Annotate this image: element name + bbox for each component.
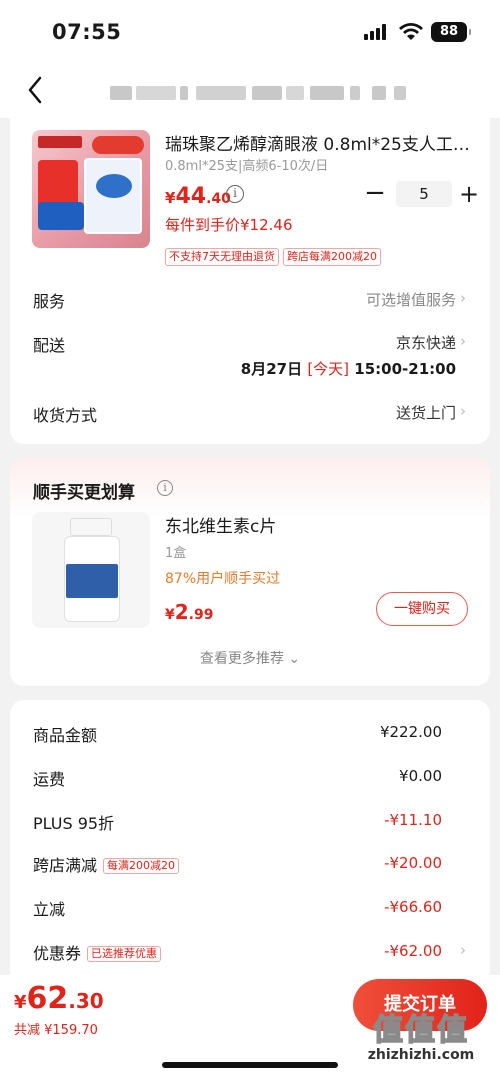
fee-card: 商品金额 ¥222.00 运费 ¥0.00 PLUS 95折 -¥11.10 跨… [10,700,490,1000]
delivery-value[interactable]: 京东快递 [396,332,456,353]
shipping-value: ¥0.00 [399,767,442,785]
service-chevron-icon[interactable]: › [460,289,466,307]
checkout-bar: ¥62.30 共减 ¥159.70 提交订单 值值值 zhizhizhi.com [0,975,500,1082]
cross-store-label: 跨店满减 每满200减20 [33,852,180,876]
back-arrow-icon[interactable] [24,72,52,108]
receive-method-label: 收货方式 [33,406,98,425]
coupon-label[interactable]: 优惠券 已选推荐优惠 [33,940,162,964]
delivery-label: 配送 [33,336,66,355]
recommend-title: 顺手买更划算 [33,483,135,503]
service-label: 服务 [33,292,66,311]
product-price: ¥44.40 [165,184,231,209]
one-click-buy-button[interactable]: 一键购买 [376,592,468,626]
shipping-label: 运费 [33,770,66,789]
see-more-link[interactable]: 查看更多推荐 ⌄ [10,648,490,668]
recommend-item-qty: 1盒 [165,546,187,561]
product-spec: 0.8ml*25支|高频6-10次/日 [165,159,329,174]
plus-discount-label: PLUS 95折 [33,814,115,833]
site-watermark: 值值值 zhizhizhi.com [367,1012,475,1063]
no-return-tag: 不支持7天无理由退货 [165,248,279,266]
receive-chevron-icon[interactable]: › [460,402,466,420]
coupon-chevron-icon[interactable]: › [460,941,466,959]
service-value[interactable]: 可选增值服务 [366,289,456,310]
quantity-field[interactable]: 5 [396,181,452,207]
status-bar: 07:55 88 [0,0,500,62]
home-indicator[interactable] [162,1062,338,1068]
delivery-time[interactable]: 8月27日 [今天] 15:00-21:00 [241,358,456,379]
total-saved: 共减 ¥159.70 [14,1023,98,1038]
wifi-icon [399,23,423,40]
price-info-icon[interactable]: i [226,185,244,203]
battery-icon: 88 [431,22,471,42]
instant-discount-value: -¥66.60 [384,898,442,916]
recommend-card: 顺手买更划算 i 东北维生素c片 1盒 87%用户顺手买过 ¥2.99 一键购买… [10,458,490,686]
goods-amount-value: ¥222.00 [379,723,442,741]
recommend-item-price: ¥2.99 [165,600,214,624]
nav-bar [0,62,500,118]
goods-amount-label: 商品金额 [33,726,98,745]
receive-method-value[interactable]: 送货上门 [396,402,456,423]
delivery-chevron-icon[interactable]: › [460,332,466,350]
recommend-item-title[interactable]: 东北维生素c片 [165,512,276,537]
recommend-item-buyers: 87%用户顺手买过 [165,571,281,587]
cross-store-value: -¥20.00 [384,854,442,872]
unit-price: 每件到手价¥12.46 [165,216,293,234]
product-title[interactable]: 瑞珠聚乙烯醇滴眼液 0.8ml*25支人工泪液 [165,130,475,155]
plus-discount-value: -¥11.10 [384,811,442,829]
product-tags: 不支持7天无理由退货 跨店每满200减20 [165,245,385,266]
cross-store-tag: 每满200减20 [103,858,180,874]
discount-tag: 跨店每满200减20 [283,248,381,266]
vitamin-c-image[interactable] [32,512,150,628]
product-card: 瑞珠聚乙烯醇滴眼液 0.8ml*25支人工泪液 0.8ml*25支|高频6-10… [10,118,490,444]
product-image[interactable] [32,130,150,248]
signal-icon [364,24,390,40]
coupon-tag: 已选推荐优惠 [87,946,162,962]
blurred-address [110,86,406,100]
total-price: ¥62.30 [14,981,104,1016]
status-time: 07:55 [52,20,122,44]
quantity-plus-button[interactable]: + [457,180,481,208]
quantity-minus-button[interactable]: − [363,180,387,208]
instant-discount-label: 立减 [33,900,66,919]
coupon-value[interactable]: -¥62.00 [384,942,442,960]
recommend-info-icon[interactable]: i [157,480,173,496]
